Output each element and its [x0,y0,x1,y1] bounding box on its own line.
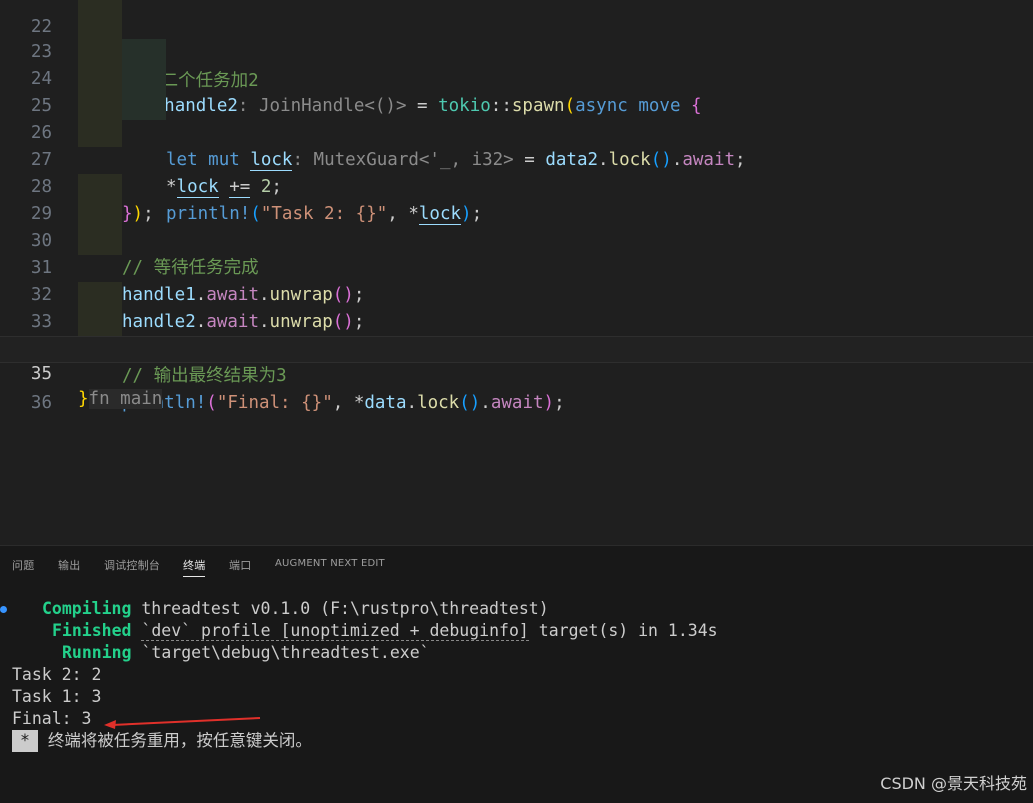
code-line[interactable]: 26 println!("Task 2: {}", *lock); [0,93,1033,225]
tab-augment-next-edit[interactable]: AUGMENT NEXT EDIT [275,558,385,569]
tab-terminal[interactable]: 终端 [183,557,206,577]
code-line[interactable]: 30 handle1.await.unwrap(); [0,201,1033,305]
terminal-line: Task 1: 3 [12,687,102,706]
code-line-current[interactable]: 35 }fn main [0,336,1033,409]
inlay-hint: fn main [88,389,163,409]
code-line[interactable]: 31 handle2.await.unwrap(); [0,228,1033,332]
tab-ports[interactable]: 端口 [229,557,251,573]
code-line[interactable]: 27 }); [0,120,1033,224]
annotation-arrow-icon [104,717,261,729]
tab-output[interactable]: 输出 [58,557,80,573]
terminal-cursor: * [12,730,38,752]
code-line[interactable]: 23 let handle2: JoinHandle<()> = tokio::… [0,12,1033,116]
command-decoration-icon[interactable] [0,606,7,613]
code-text: println!("Final: {}", *data.lock().await… [122,393,565,413]
line-number: 36 [30,393,52,413]
bottom-panel: 问题 输出 调试控制台 终端 端口 AUGMENT NEXT EDIT Comp… [0,545,1033,803]
code-line[interactable]: 29 // 等待任务完成 [0,174,1033,278]
terminal-line: Compiling threadtest v0.1.0 (F:\rustpro\… [42,599,549,618]
code-editor[interactable]: 22 //第二个任务加2 23 let handle2: JoinHandle<… [0,0,1033,545]
code-line[interactable]: 34 println!("Final: {}", *data.lock().aw… [0,309,1033,413]
watermark: CSDN @景天科技苑 [880,774,1027,793]
terminal-line: Running `target\debug\threadtest.exe` [62,643,430,662]
code-text: }fn main [78,389,163,409]
code-line[interactable]: 33 // 输出最终结果为3 [0,282,1033,386]
tab-debug-console[interactable]: 调试控制台 [104,557,160,573]
code-line[interactable]: 25 *lock += 2; [0,66,1033,198]
code-line[interactable]: 24 let mut lock: MutexGuard<'_, i32> = d… [0,39,1033,171]
code-line[interactable]: 36 [0,363,1033,413]
terminal-line: Task 2: 2 [12,665,102,684]
terminal-line: Final: 3 [12,709,92,728]
tab-problems[interactable]: 问题 [12,557,34,573]
terminal-line: Finished `dev` profile [unoptimized + de… [52,621,718,641]
terminal-line: * 终端将被任务重用，按任意键关闭。 [12,730,312,752]
code-line[interactable]: 32 [0,255,1033,305]
panel-tabs: 问题 输出 调试控制台 终端 端口 AUGMENT NEXT EDIT [0,546,1033,582]
code-line[interactable]: 28 [0,147,1033,197]
